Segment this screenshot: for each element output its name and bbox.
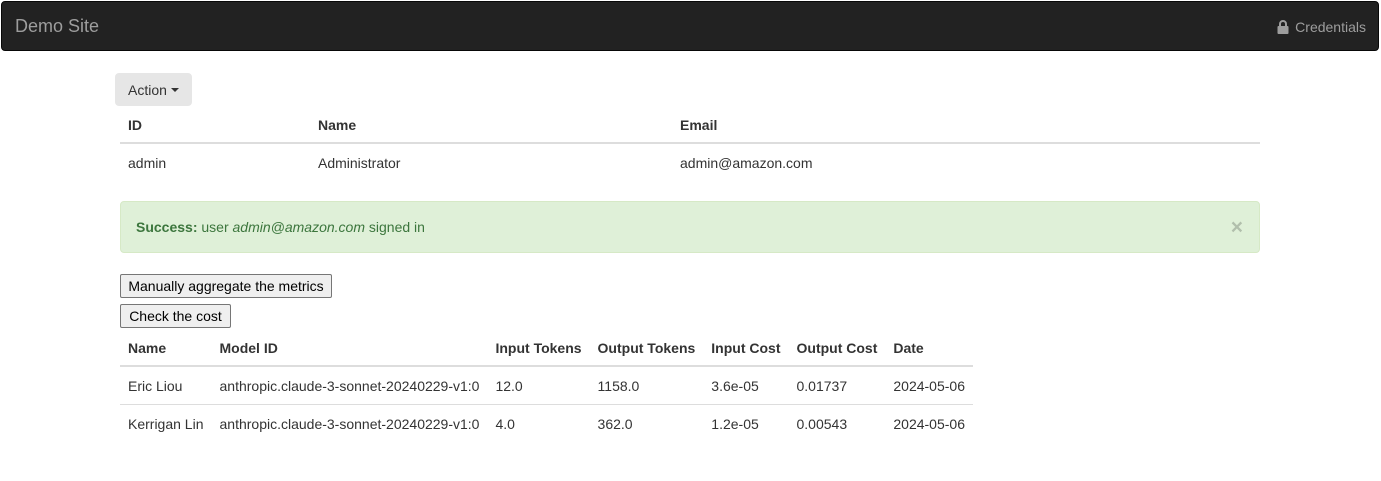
aggregate-metrics-button[interactable]: Manually aggregate the metrics (120, 274, 332, 298)
brand-link[interactable]: Demo Site (15, 16, 99, 36)
name-cell: Eric Liou (128, 377, 183, 394)
alert-title: Success: (136, 219, 198, 235)
column-header-model-id: Model ID (211, 330, 488, 367)
table-row: Kerrigan Lin anthropic.claude-3-sonnet-2… (120, 404, 973, 442)
column-header-name: Name (120, 330, 212, 367)
top-navbar: Demo Site Credentials (1, 1, 1379, 51)
output-tokens-cell: 1158.0 (597, 377, 640, 394)
date-cell: 2024-05-06 (885, 404, 973, 442)
column-header-input-tokens: Input Tokens (487, 330, 590, 367)
column-header-id: ID (120, 108, 310, 144)
input-cost-cell: 3.6e-05 (711, 377, 759, 394)
table-row: admin Administrator admin@amazon.com (120, 143, 1260, 182)
input-tokens-cell: 12.0 (495, 377, 523, 394)
success-alert: Success: user admin@amazon.com signed in… (120, 201, 1260, 253)
user-name-cell: Administrator (318, 155, 401, 171)
lock-icon (1277, 20, 1289, 34)
cost-table: Name Model ID Input Tokens Output Tokens… (120, 330, 973, 442)
user-email-cell: admin@amazon.com (680, 155, 813, 171)
column-header-email: Email (672, 108, 1260, 144)
cost-header-row: Name Model ID Input Tokens Output Tokens… (120, 330, 973, 367)
name-cell: Kerrigan Lin (120, 404, 212, 442)
users-header-row: ID Name Email (120, 108, 1260, 144)
column-header-output-cost: Output Cost (788, 330, 886, 367)
user-id-cell: admin (128, 155, 167, 171)
model-id-cell: anthropic.claude-3-sonnet-20240229-v1:0 (211, 404, 488, 442)
input-cost-cell: 1.2e-05 (703, 404, 789, 442)
table-row: Eric Liou anthropic.claude-3-sonnet-2024… (120, 366, 973, 405)
output-cost-cell: 0.00543 (788, 404, 886, 442)
alert-message: Success: user admin@amazon.com signed in (136, 219, 425, 235)
column-header-output-tokens: Output Tokens (589, 330, 704, 367)
action-label: Action (128, 81, 167, 98)
action-dropdown-button[interactable]: Action (115, 73, 192, 106)
column-header-input-cost: Input Cost (703, 330, 789, 367)
date-cell: 2024-05-06 (893, 377, 965, 394)
check-cost-button[interactable]: Check the cost (120, 304, 231, 328)
output-cost-cell: 0.01737 (796, 377, 848, 394)
alert-suffix: signed in (365, 219, 425, 235)
column-header-name: Name (310, 108, 672, 144)
credentials-label: Credentials (1295, 19, 1366, 35)
users-table: ID Name Email admin Administrator admin@… (120, 108, 1260, 182)
model-id-cell: anthropic.claude-3-sonnet-20240229-v1:0 (219, 377, 480, 394)
caret-down-icon (170, 87, 179, 92)
column-header-date: Date (885, 330, 973, 367)
output-tokens-cell: 362.0 (589, 404, 704, 442)
close-icon[interactable]: × (1231, 217, 1243, 238)
credentials-link[interactable]: Credentials (1277, 18, 1366, 36)
input-tokens-cell: 4.0 (487, 404, 590, 442)
alert-prefix: user (197, 219, 233, 235)
alert-email: admin@amazon.com (232, 219, 366, 235)
